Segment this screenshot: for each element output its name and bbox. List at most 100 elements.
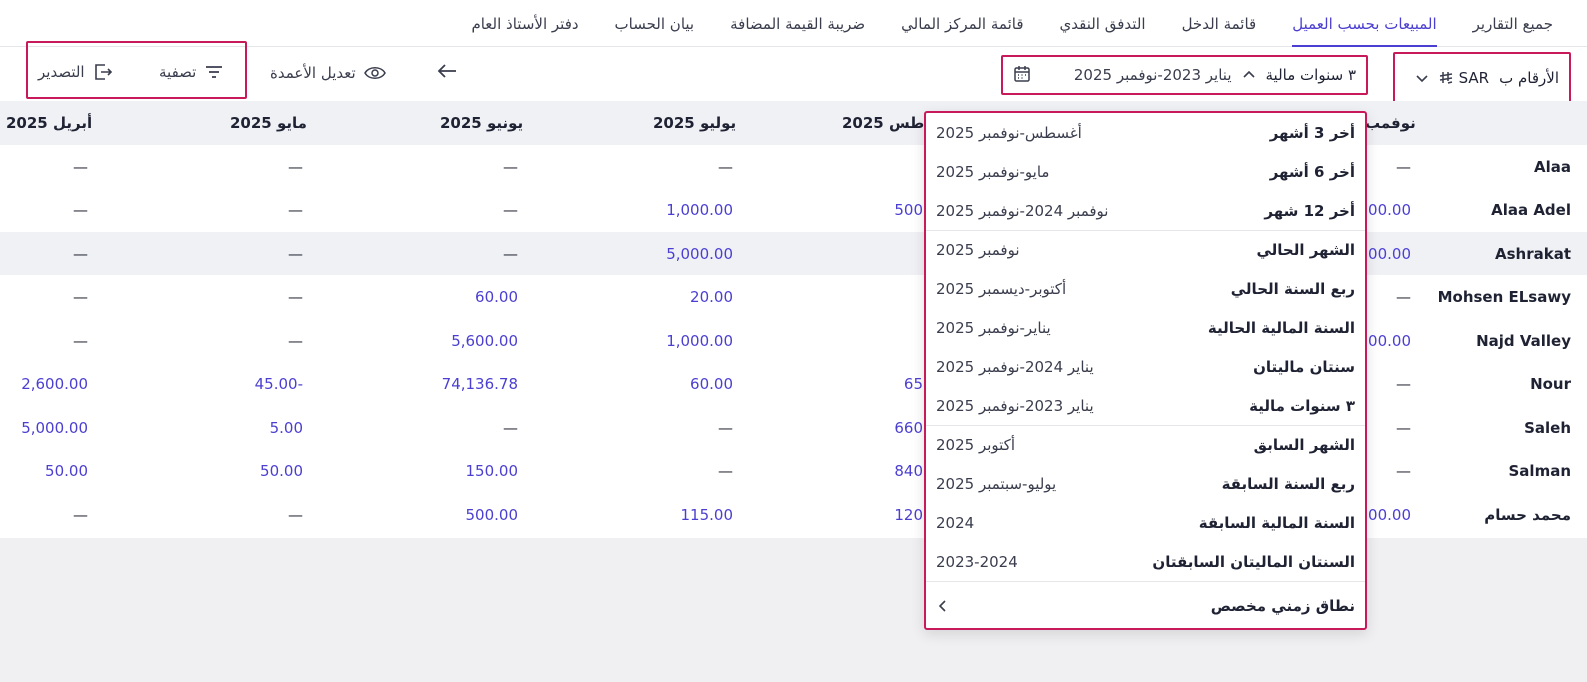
cell-value: — — [73, 288, 88, 306]
cell-value[interactable]: 20.00 — [690, 276, 733, 319]
cell-value[interactable]: 5,000.00 — [666, 232, 733, 275]
customer-name: Salman — [1508, 462, 1572, 480]
date-option-label: الشهر السابق — [1253, 435, 1355, 454]
cell-value[interactable]: 00.00 — [1368, 189, 1411, 232]
date-option[interactable]: ربع السنة السابقة يوليو-سبتمبر 2025 — [926, 464, 1365, 503]
date-option[interactable]: السنة المالية الحالية يناير-نوفمبر 2025 — [926, 308, 1365, 347]
cell-value[interactable]: 150.00 — [466, 450, 519, 493]
cell-value[interactable]: 5,600.00 — [451, 319, 518, 362]
customer-name: Alaa Adel — [1491, 201, 1571, 219]
date-option[interactable]: الشهر الحالي نوفمبر 2025 — [926, 230, 1365, 269]
cell-value[interactable]: 00.00 — [1368, 319, 1411, 362]
report-tabs: جميع التقارير المبيعات بحسب العميل قائمة… — [0, 0, 1587, 47]
date-option-range: 2024 — [936, 513, 975, 532]
customer-name: Saleh — [1524, 418, 1571, 437]
cell-value: — — [288, 201, 303, 219]
date-option[interactable]: ٣ سنوات مالية يناير 2023-نوفمبر 2025 — [926, 386, 1365, 425]
cell-value[interactable]: 5.00 — [270, 406, 303, 449]
cell-value: — — [1396, 375, 1411, 393]
cell-value[interactable]: 74,136.78 — [442, 363, 518, 406]
cell-value[interactable]: 50.00 — [260, 450, 303, 493]
cell-value: — — [288, 505, 303, 524]
date-option-label: السنتان الماليتان السابقتان — [1152, 552, 1355, 571]
riyal-icon — [1439, 72, 1452, 84]
cell-value[interactable]: 840 — [894, 450, 923, 493]
cell-value[interactable]: 500 — [894, 189, 923, 232]
cell-value: — — [503, 244, 518, 263]
date-option[interactable]: أخر 3 أشهر أغسطس-نوفمبر 2025 — [926, 113, 1365, 152]
date-range-value: يناير 2023-نوفمبر 2025 — [1073, 66, 1232, 84]
filter-button[interactable]: تصفية — [159, 63, 224, 81]
date-option-label: ٣ سنوات مالية — [1249, 396, 1355, 415]
back-button[interactable] — [436, 62, 458, 80]
tab-cash-flow[interactable]: التدفق النقدي — [1042, 0, 1164, 47]
chevron-left-icon — [938, 599, 946, 612]
date-option-range: نوفمبر 2024-نوفمبر 2025 — [936, 201, 1109, 220]
cell-value: — — [718, 418, 733, 437]
customer-name: Najd Valley — [1476, 331, 1571, 350]
date-option[interactable]: سنتان ماليتان يناير 2024-نوفمبر 2025 — [926, 347, 1365, 386]
cell-value[interactable]: 660 — [894, 406, 923, 449]
date-range-selector[interactable]: ٣ سنوات مالية يناير 2023-نوفمبر 2025 — [1001, 55, 1368, 95]
cell-value: — — [1396, 288, 1411, 306]
date-option-range: مايو-نوفمبر 2025 — [936, 162, 1050, 181]
cell-value[interactable]: 5,000.00 — [21, 406, 88, 449]
cell-value[interactable]: 1,000.00 — [666, 319, 733, 362]
numbers-in-label: الأرقام ب — [1499, 69, 1559, 87]
cell-value: — — [718, 157, 733, 176]
cell-value[interactable]: 00.00 — [1368, 232, 1411, 275]
chevron-down-icon[interactable] — [1415, 71, 1429, 85]
date-option[interactable]: ربع السنة الحالي أكتوبر-ديسمبر 2025 — [926, 269, 1365, 308]
cell-value[interactable]: 60.00 — [475, 276, 518, 319]
cell-value[interactable]: 115.00 — [681, 493, 734, 536]
currency-code: SAR — [1458, 69, 1490, 87]
tab-income-statement[interactable]: قائمة الدخل — [1164, 0, 1275, 47]
date-option-range: يناير 2023-نوفمبر 2025 — [936, 396, 1094, 415]
export-icon — [94, 64, 112, 80]
cell-value[interactable]: 50.00 — [45, 450, 88, 493]
cell-value: — — [73, 505, 88, 524]
tab-account-statement[interactable]: بيان الحساب — [597, 0, 713, 47]
cell-value[interactable]: 120 — [894, 493, 923, 536]
cell-value[interactable]: 60.00 — [690, 363, 733, 406]
date-option-label: السنة المالية الحالية — [1207, 318, 1355, 337]
export-button[interactable]: التصدير — [38, 63, 113, 81]
date-option[interactable]: أخر 12 شهر نوفمبر 2024-نوفمبر 2025 — [926, 191, 1365, 230]
column-header-jun-2025: يونيو 2025 — [440, 114, 524, 132]
custom-range-option[interactable]: نطاق زمني مخصص — [926, 583, 1365, 628]
cell-value: — — [503, 201, 518, 219]
date-option-label: سنتان ماليتان — [1253, 357, 1355, 376]
customer-name: Ashrakat — [1494, 244, 1571, 263]
custom-range-label: نطاق زمني مخصص — [1210, 596, 1355, 615]
column-header-aug-2025: طس 2025 — [842, 114, 925, 132]
date-option-label: السنة المالية السابقة — [1198, 513, 1355, 532]
cell-value[interactable]: 1,000.00 — [666, 189, 733, 232]
cell-value[interactable]: 2,600.00 — [21, 363, 88, 406]
tab-balance-sheet[interactable]: قائمة المركز المالي — [883, 0, 1041, 47]
date-option-label: ربع السنة السابقة — [1221, 474, 1355, 493]
cell-value: — — [1396, 462, 1411, 480]
currency-selector[interactable]: الأرقام ب SAR — [1393, 52, 1571, 104]
date-option-label: أخر 12 شهر — [1264, 201, 1355, 220]
cell-value: — — [288, 157, 303, 176]
edit-columns-button[interactable]: تعديل الأعمدة — [270, 64, 386, 82]
date-option[interactable]: السنة المالية السابقة 2024 — [926, 503, 1365, 542]
cell-value[interactable]: 65 — [904, 363, 923, 406]
date-option[interactable]: الشهر السابق أكتوبر 2025 — [926, 425, 1365, 464]
customer-name: Mohsen ELsawy — [1437, 288, 1571, 306]
tab-general-ledger[interactable]: دفتر الأستاذ العام — [453, 0, 596, 47]
date-option[interactable]: أخر 6 أشهر مايو-نوفمبر 2025 — [926, 152, 1365, 191]
cell-value[interactable]: -45.00 — [255, 363, 303, 406]
chevron-up-icon[interactable] — [1242, 68, 1256, 82]
tab-all-reports[interactable]: جميع التقارير — [1455, 0, 1571, 47]
cell-value[interactable]: 500.00 — [466, 493, 519, 536]
tab-sales-by-customer[interactable]: المبيعات بحسب العميل — [1274, 0, 1454, 47]
edit-columns-label: تعديل الأعمدة — [270, 64, 356, 82]
export-label: التصدير — [38, 63, 85, 81]
cell-value: — — [503, 157, 518, 176]
tab-vat[interactable]: ضريبة القيمة المضافة — [712, 0, 883, 47]
cell-value[interactable]: 00.00 — [1368, 493, 1411, 536]
customer-name: محمد حسام — [1484, 505, 1571, 524]
date-option[interactable]: السنتان الماليتان السابقتان 2023-2024 — [926, 542, 1365, 581]
date-option-range: 2023-2024 — [936, 552, 1018, 571]
